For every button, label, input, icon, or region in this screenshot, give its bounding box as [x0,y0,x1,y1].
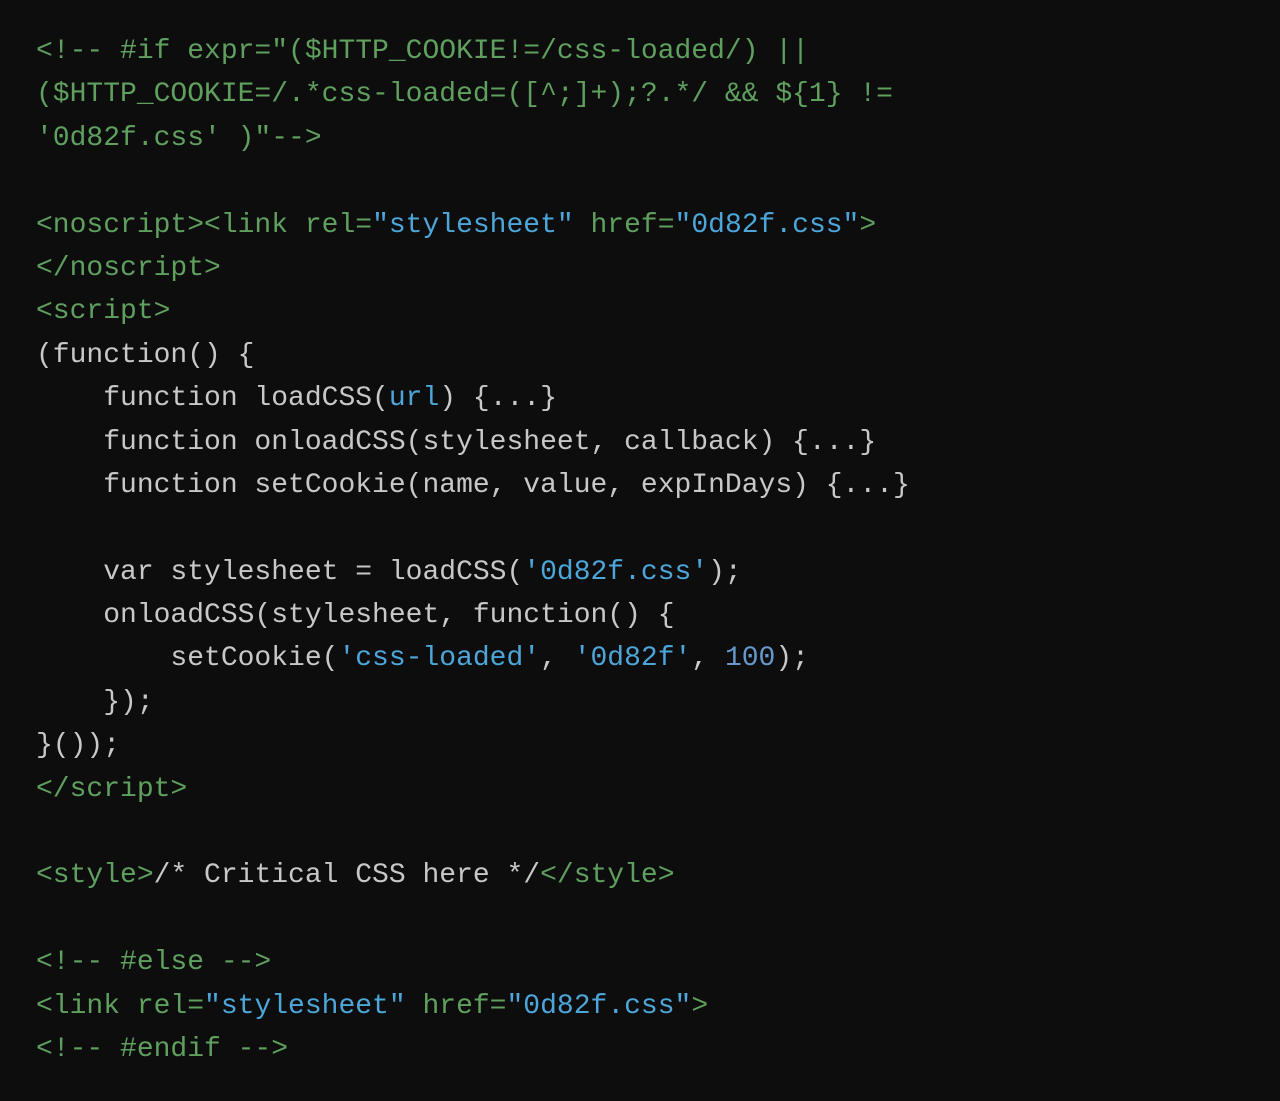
comment-else: <!-- #else --> [36,947,271,978]
var-stylesheet: var stylesheet = loadCSS('0d82f.css'); [36,557,742,588]
setcookie-call: setCookie('css-loaded', '0d82f', 100); [36,643,809,674]
comment-endif: <!-- #endif --> [36,1034,288,1065]
script-open: <script> [36,296,170,327]
link-tag: <link rel= [36,991,204,1022]
iife-close: }()); [36,730,120,761]
noscript-close: </noscript> [36,253,221,284]
script-close: </script> [36,774,187,805]
func-loadcss: function loadCSS(url) {...} [36,383,557,414]
style-tag: <style> [36,860,154,891]
comment-line1: <!-- #if expr="($HTTP_COOKIE!=/css-loade… [36,36,893,154]
noscript-open: <noscript><link rel= [36,210,372,241]
func-setcookie: function setCookie(name, value, expInDay… [36,470,910,501]
code-display: <!-- #if expr="($HTTP_COOKIE!=/css-loade… [36,30,1244,1071]
iife-open: (function() { [36,340,254,371]
code-content: <!-- #if expr="($HTTP_COOKIE!=/css-loade… [36,36,910,1065]
func-onloadcss: function onloadCSS(stylesheet, callback)… [36,427,876,458]
closure-end: }); [36,687,154,718]
onload-call: onloadCSS(stylesheet, function() { [36,600,675,631]
